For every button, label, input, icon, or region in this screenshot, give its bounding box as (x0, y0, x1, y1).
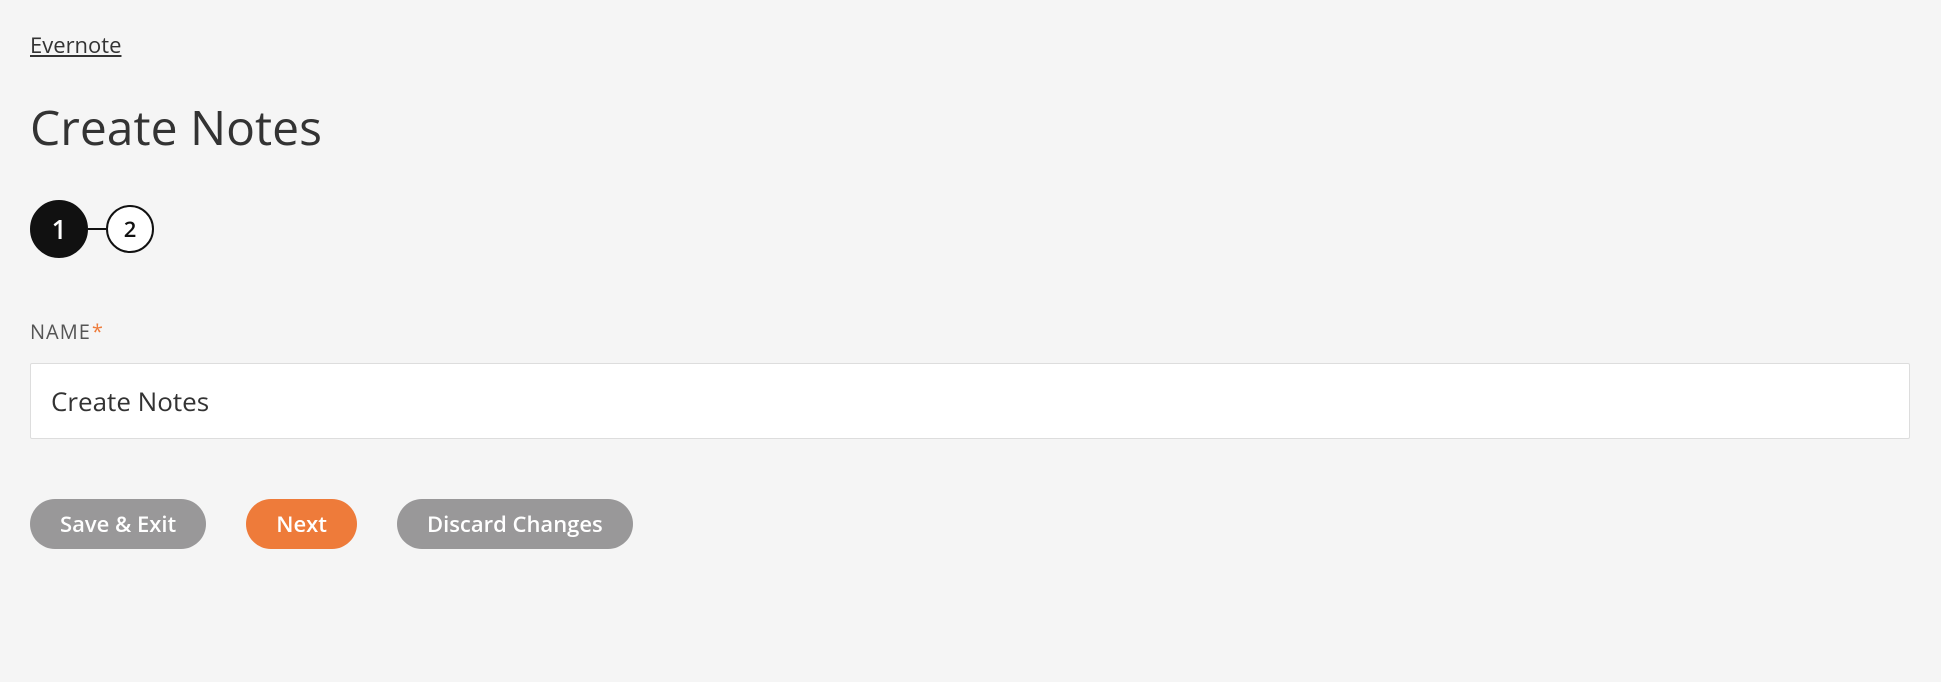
save-exit-button[interactable]: Save & Exit (30, 499, 206, 549)
name-input[interactable] (30, 363, 1910, 439)
stepper: 1 2 (30, 200, 1911, 258)
page-title: Create Notes (30, 95, 1911, 160)
step-2[interactable]: 2 (106, 205, 154, 253)
step-1[interactable]: 1 (30, 200, 88, 258)
name-field-group: NAME* (30, 318, 1911, 439)
stepper-connector (88, 228, 106, 230)
name-label-text: NAME (30, 318, 91, 345)
next-button[interactable]: Next (246, 499, 357, 549)
breadcrumb-parent-link[interactable]: Evernote (30, 30, 121, 60)
name-field-label: NAME* (30, 318, 1911, 345)
action-buttons: Save & Exit Next Discard Changes (30, 499, 1911, 549)
discard-changes-button[interactable]: Discard Changes (397, 499, 633, 549)
required-asterisk: * (92, 318, 104, 345)
breadcrumb: Evernote (30, 30, 1911, 60)
